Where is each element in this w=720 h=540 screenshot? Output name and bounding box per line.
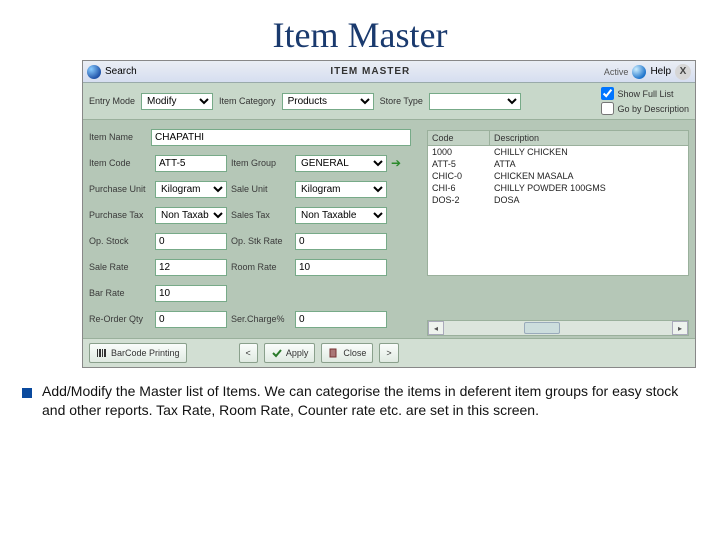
scroll-left-icon[interactable]: ◂ xyxy=(428,321,444,335)
check-icon xyxy=(271,347,283,359)
purchase-tax-label: Purchase Tax xyxy=(89,210,151,220)
item-code-label: Item Code xyxy=(89,158,151,168)
ser-charge-input[interactable] xyxy=(295,311,387,328)
help-label: Help xyxy=(650,66,671,77)
item-category-label: Item Category xyxy=(219,96,276,106)
col-desc: Description xyxy=(490,131,688,145)
item-category-select[interactable]: Products xyxy=(282,93,374,110)
ser-charge-label: Ser.Charge% xyxy=(231,314,291,324)
op-stk-rate-input[interactable] xyxy=(295,233,387,250)
form-panel: Item Name Item Code Item Group GENERAL ➔… xyxy=(83,120,423,338)
door-icon xyxy=(328,347,340,359)
entry-mode-select[interactable]: Modify xyxy=(141,93,213,110)
close-form-button[interactable]: Close xyxy=(321,343,373,363)
store-type-label: Store Type xyxy=(380,96,423,106)
active-label: Active xyxy=(604,67,629,77)
barcode-printing-button[interactable]: BarCode Printing xyxy=(89,343,187,363)
scroll-right-icon[interactable]: ▸ xyxy=(672,321,688,335)
caption-text: Add/Modify the Master list of Items. We … xyxy=(42,382,680,420)
horizontal-scrollbar[interactable]: ◂ ▸ xyxy=(427,320,689,336)
filter-row: Entry Mode Modify Item Category Products… xyxy=(83,83,695,120)
search-label: Search xyxy=(105,66,137,77)
app-window: Search ITEM MASTER Active Help X Entry M… xyxy=(82,60,696,368)
op-stock-label: Op. Stock xyxy=(89,236,151,246)
slide-caption: Add/Modify the Master list of Items. We … xyxy=(0,368,720,420)
room-rate-input[interactable] xyxy=(295,259,387,276)
sale-unit-select[interactable]: Kilogram xyxy=(295,181,387,198)
window-title: ITEM MASTER xyxy=(330,66,410,77)
scroll-thumb[interactable] xyxy=(524,322,560,334)
sale-rate-input[interactable] xyxy=(155,259,227,276)
reorder-qty-label: Re-Order Qty xyxy=(89,314,151,324)
prev-button[interactable]: < xyxy=(239,343,258,363)
item-grid[interactable]: 1000CHILLY CHICKEN ATT-5ATTA CHIC-0CHICK… xyxy=(427,146,689,276)
purchase-tax-select[interactable]: Non Taxable xyxy=(155,207,227,224)
button-bar: BarCode Printing < Apply Close > xyxy=(83,338,695,367)
titlebar: Search ITEM MASTER Active Help X xyxy=(83,61,695,83)
op-stock-input[interactable] xyxy=(155,233,227,250)
close-button[interactable]: X xyxy=(675,64,691,80)
bar-rate-label: Bar Rate xyxy=(89,288,151,298)
next-button[interactable]: > xyxy=(379,343,398,363)
side-panel: Code Description 1000CHILLY CHICKEN ATT-… xyxy=(423,120,695,338)
sales-tax-label: Sales Tax xyxy=(231,210,291,220)
go-by-description-check[interactable]: Go by Description xyxy=(601,102,689,115)
item-name-input[interactable] xyxy=(151,129,411,146)
add-group-icon[interactable]: ➔ xyxy=(391,156,401,170)
bullet-icon xyxy=(22,388,32,398)
show-full-list-check[interactable]: Show Full List xyxy=(601,87,689,100)
table-row: CHI-6CHILLY POWDER 100GMS xyxy=(428,182,688,194)
checkboxes: Show Full List Go by Description xyxy=(601,87,689,115)
room-rate-label: Room Rate xyxy=(231,262,291,272)
barcode-icon xyxy=(96,347,108,359)
purchase-unit-label: Purchase Unit xyxy=(89,184,151,194)
table-row: DOS-2DOSA xyxy=(428,194,688,206)
table-row: CHIC-0CHICKEN MASALA xyxy=(428,170,688,182)
search-icon xyxy=(87,65,101,79)
reorder-qty-input[interactable] xyxy=(155,311,227,328)
search-button[interactable]: Search xyxy=(87,65,137,79)
help-icon[interactable] xyxy=(632,65,646,79)
store-type-select[interactable] xyxy=(429,93,521,110)
apply-button[interactable]: Apply xyxy=(264,343,316,363)
col-code: Code xyxy=(428,131,490,145)
table-row: 1000CHILLY CHICKEN xyxy=(428,146,688,158)
item-code-input[interactable] xyxy=(155,155,227,172)
item-group-label: Item Group xyxy=(231,158,291,168)
grid-header: Code Description xyxy=(427,130,689,146)
sales-tax-select[interactable]: Non Taxable xyxy=(295,207,387,224)
slide-title: Item Master xyxy=(0,0,720,60)
purchase-unit-select[interactable]: Kilogram xyxy=(155,181,227,198)
sale-unit-label: Sale Unit xyxy=(231,184,291,194)
entry-mode-label: Entry Mode xyxy=(89,96,135,106)
bar-rate-input[interactable] xyxy=(155,285,227,302)
item-group-select[interactable]: GENERAL xyxy=(295,155,387,172)
sale-rate-label: Sale Rate xyxy=(89,262,151,272)
item-name-label: Item Name xyxy=(89,132,151,142)
op-stk-rate-label: Op. Stk Rate xyxy=(231,236,291,246)
table-row: ATT-5ATTA xyxy=(428,158,688,170)
